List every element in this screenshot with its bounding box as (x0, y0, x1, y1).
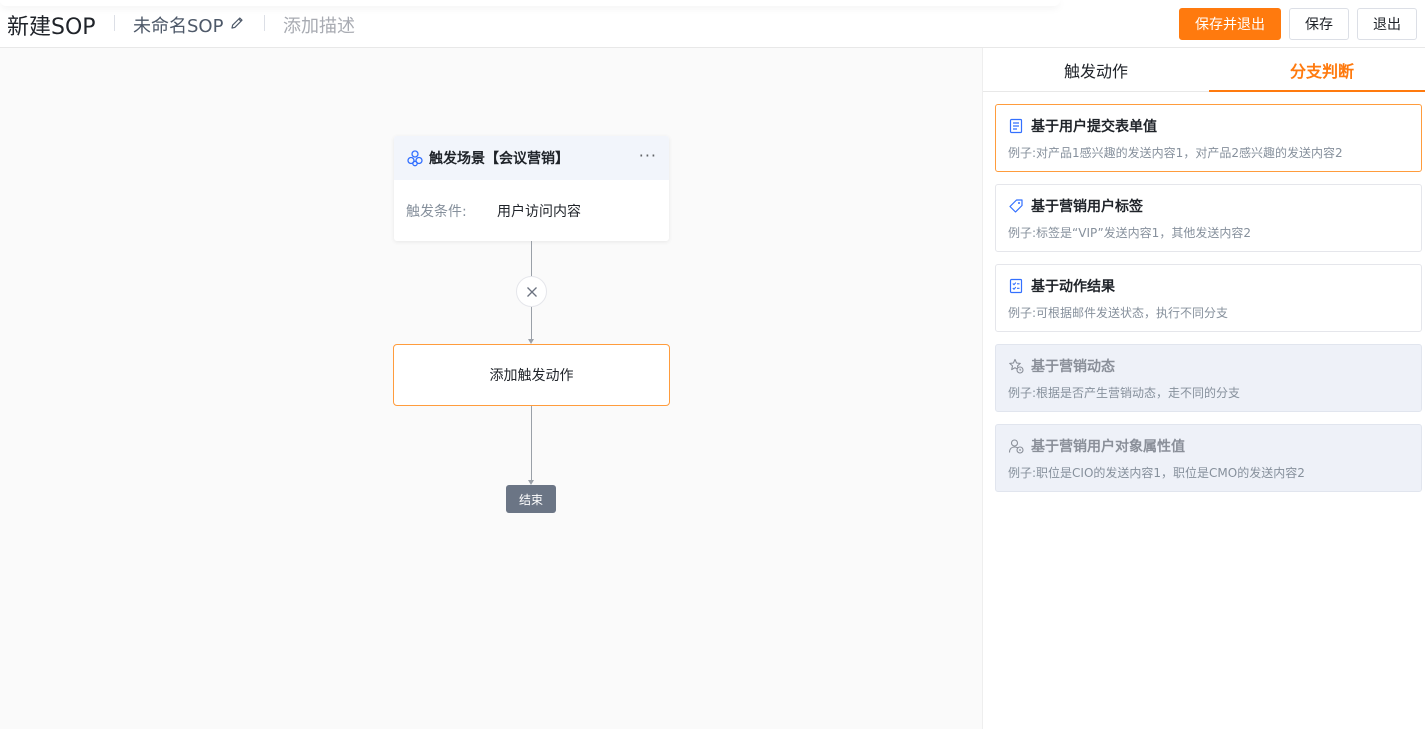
sop-name[interactable]: 未命名SOP (133, 12, 223, 38)
form-icon (1009, 118, 1023, 134)
connector-line (531, 307, 532, 339)
end-node: 结束 (506, 485, 556, 513)
scene-icon (407, 150, 423, 167)
header-divider (114, 15, 115, 31)
branch-option-form-value[interactable]: 基于用户提交表单值 例子:对产品1感兴趣的发送内容1，对产品2感兴趣的发送内容2 (995, 104, 1422, 172)
trigger-condition-label: 触发条件: (406, 204, 467, 220)
branch-option-desc: 例子:根据是否产生营销动态，走不同的分支 (1008, 386, 1241, 400)
branch-option-desc: 例子:标签是“VIP”发送内容1，其他发送内容2 (1008, 226, 1251, 240)
flow-canvas[interactable]: 触发场景【会议营销】 ··· 触发条件: 用户访问内容 添加触发动作 结束 (0, 48, 982, 729)
save-and-exit-button[interactable]: 保存并退出 (1179, 8, 1281, 40)
trigger-condition-value: 用户访问内容 (497, 204, 581, 220)
page-title: 新建SOP (7, 15, 96, 40)
active-tab-indicator (1209, 90, 1425, 92)
trigger-node-body: 触发条件: 用户访问内容 (394, 180, 669, 221)
close-icon (526, 286, 537, 297)
branch-option-title: 基于营销用户标签 (1031, 199, 1143, 215)
more-options-icon[interactable]: ··· (639, 148, 657, 164)
star-clock-icon (1009, 358, 1024, 374)
tab-branch-judgment[interactable]: 分支判断 (1209, 48, 1425, 92)
trigger-node-title: 触发场景【会议营销】 (429, 151, 569, 167)
tab-trigger-action[interactable]: 触发动作 (983, 48, 1209, 92)
branch-option-marketing-activity: 基于营销动态 例子:根据是否产生营销动态，走不同的分支 (995, 344, 1422, 412)
checklist-icon (1009, 278, 1023, 294)
delete-connector-button[interactable] (516, 276, 547, 307)
branch-option-title: 基于动作结果 (1031, 279, 1115, 295)
tag-icon (1009, 199, 1023, 213)
right-panel: 触发动作 分支判断 基于用户提交表单值 例子:对产品1感兴趣的发送内容1，对产品… (982, 48, 1425, 729)
branch-option-user-attribute: 基于营销用户对象属性值 例子:职位是CIO的发送内容1，职位是CMO的发送内容2 (995, 424, 1422, 492)
branch-option-desc: 例子:可根据邮件发送状态，执行不同分支 (1008, 306, 1229, 320)
panel-tabs: 触发动作 分支判断 (983, 48, 1425, 92)
branch-option-desc: 例子:对产品1感兴趣的发送内容1，对产品2感兴趣的发送内容2 (1008, 146, 1343, 160)
edit-pencil-icon[interactable] (229, 15, 245, 31)
top-header: 新建SOP 未命名SOP 添加描述 保存并退出 保存 退出 (0, 0, 1425, 48)
trigger-node[interactable]: 触发场景【会议营销】 ··· 触发条件: 用户访问内容 (394, 136, 669, 241)
add-description-link[interactable]: 添加描述 (283, 12, 355, 38)
header-divider (264, 15, 265, 31)
branch-option-title: 基于用户提交表单值 (1031, 119, 1157, 135)
exit-button[interactable]: 退出 (1357, 8, 1417, 40)
branch-option-action-result[interactable]: 基于动作结果 例子:可根据邮件发送状态，执行不同分支 (995, 264, 1422, 332)
header-shadow (0, 0, 1060, 6)
connector-line (531, 406, 532, 480)
branch-option-title: 基于营销用户对象属性值 (1031, 439, 1185, 455)
add-trigger-action-node[interactable]: 添加触发动作 (393, 344, 670, 406)
user-settings-icon (1008, 439, 1024, 454)
trigger-node-header: 触发场景【会议营销】 ··· (394, 136, 669, 180)
connector-line (531, 241, 532, 276)
branch-option-title: 基于营销动态 (1031, 359, 1115, 375)
branch-option-desc: 例子:职位是CIO的发送内容1，职位是CMO的发送内容2 (1008, 466, 1305, 480)
branch-option-user-tag[interactable]: 基于营销用户标签 例子:标签是“VIP”发送内容1，其他发送内容2 (995, 184, 1422, 252)
save-button[interactable]: 保存 (1289, 8, 1349, 40)
